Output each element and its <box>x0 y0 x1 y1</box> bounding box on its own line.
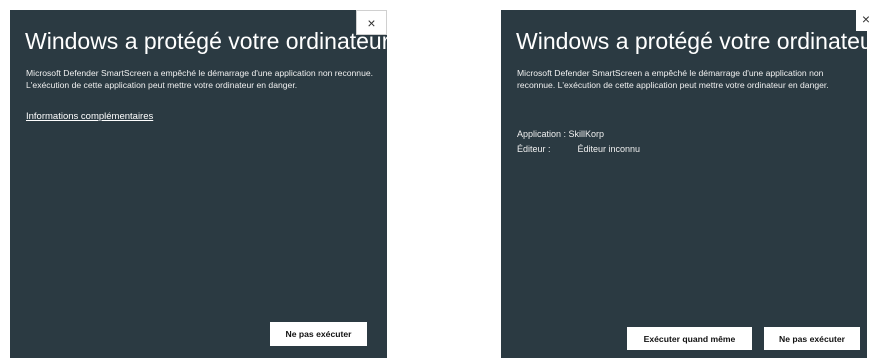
dont-run-button[interactable]: Ne pas exécuter <box>764 327 860 350</box>
publisher-label: Éditeur : <box>517 144 551 154</box>
dont-run-button[interactable]: Ne pas exécuter <box>270 322 367 346</box>
application-value: SkillKorp <box>568 129 605 139</box>
dialog-description: Microsoft Defender SmartScreen a empêché… <box>26 68 374 90</box>
screenshot-page: × Windows a protégé votre ordinateur Mic… <box>0 0 871 362</box>
application-label: Application : <box>517 129 567 139</box>
run-anyway-button[interactable]: Exécuter quand même <box>627 327 752 350</box>
publisher-row: Éditeur : Éditeur inconnu <box>517 144 640 154</box>
dialog-title: Windows a protégé votre ordinateur <box>516 28 871 54</box>
publisher-value: Éditeur inconnu <box>577 144 641 154</box>
smartscreen-dialog-expanded: × Windows a protégé votre ordinateur Mic… <box>501 6 871 358</box>
dialog-title: Windows a protégé votre ordinateur <box>25 28 390 54</box>
smartscreen-dialog-collapsed: × Windows a protégé votre ordinateur Mic… <box>10 10 390 358</box>
more-info-link[interactable]: Informations complémentaires <box>26 111 153 122</box>
dialog-description: Microsoft Defender SmartScreen a empêché… <box>517 68 829 90</box>
application-row: Application : SkillKorp <box>517 129 604 139</box>
